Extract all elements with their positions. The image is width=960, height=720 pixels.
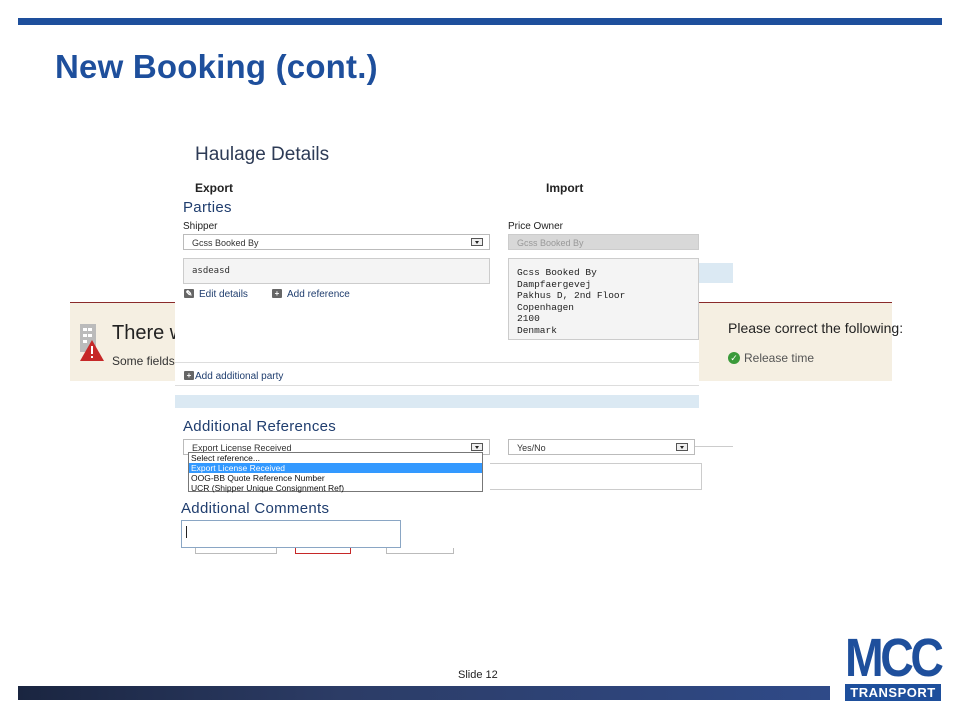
slide-title: New Booking (cont.) xyxy=(55,48,378,85)
dropdown-arrow-icon xyxy=(471,238,483,246)
text-caret xyxy=(186,526,187,538)
address-line: Gcss Booked By xyxy=(517,267,597,278)
correction-item[interactable]: Release time xyxy=(744,351,814,365)
shipper-select[interactable]: Gcss Booked By xyxy=(183,234,490,250)
section-stripe xyxy=(175,395,699,408)
add-party-link[interactable]: Add additional party xyxy=(195,371,283,382)
shipper-textarea-value: asdeasd xyxy=(192,266,230,276)
dropdown-option[interactable]: UCR (Shipper Unique Consignment Ref) xyxy=(189,483,482,493)
parties-title: Parties xyxy=(183,199,232,216)
address-line: Denmark xyxy=(517,324,557,336)
address-line: 2100 xyxy=(517,313,540,324)
shipper-textarea[interactable]: asdeasd xyxy=(183,258,490,284)
shipper-select-value: Gcss Booked By xyxy=(192,238,259,248)
error-subtitle: Some fields a xyxy=(112,354,185,368)
address-line: Copenhagen xyxy=(517,301,575,313)
price-owner-label: Price Owner xyxy=(508,221,564,232)
plus-icon: + xyxy=(184,371,194,380)
back-button[interactable] xyxy=(195,548,277,554)
price-owner-select: Gcss Booked By xyxy=(508,234,699,250)
logo-transport: TRANSPORT xyxy=(845,684,941,701)
footer-bar xyxy=(18,686,830,700)
error-title: There w xyxy=(112,322,185,344)
edit-icon: ✎ xyxy=(184,289,194,298)
plus-icon: + xyxy=(272,289,282,298)
side-stripe xyxy=(699,263,733,283)
dropdown-option[interactable]: Select reference... xyxy=(189,453,482,463)
top-rule xyxy=(18,18,942,25)
dropdown-option-selected[interactable]: Export License Received xyxy=(189,463,482,473)
divider xyxy=(175,362,699,363)
slide-number: Slide 12 xyxy=(458,669,498,681)
shipper-label: Shipper xyxy=(183,221,218,232)
next-button[interactable] xyxy=(386,548,454,554)
logo-mcc: MCC xyxy=(845,628,944,688)
comments-input[interactable] xyxy=(181,520,401,548)
add-reference-link[interactable]: Add reference xyxy=(287,289,350,300)
cancel-button[interactable] xyxy=(295,548,351,554)
comments-title: Additional Comments xyxy=(181,500,330,517)
address-line: Dampfaergevej xyxy=(517,278,592,290)
reference-dropdown-list[interactable]: Select reference... Export License Recei… xyxy=(188,452,483,493)
dropdown-arrow-icon xyxy=(676,443,688,451)
check-icon: ✓ xyxy=(728,352,740,364)
dropdown-arrow-icon xyxy=(471,443,483,451)
warning-icon xyxy=(78,322,106,362)
yes-no-select-value: Yes/No xyxy=(517,443,546,453)
reference-row-box xyxy=(490,463,702,490)
divider xyxy=(175,385,699,386)
haulage-title: Haulage Details xyxy=(195,144,330,165)
export-label: Export xyxy=(195,181,234,195)
divider xyxy=(695,446,733,447)
correction-title: Please correct the following: xyxy=(728,320,904,336)
references-title: Additional References xyxy=(183,418,337,435)
price-owner-address: Gcss Booked By Dampfaergevej Pakhus D, 2… xyxy=(508,258,699,340)
import-label: Import xyxy=(546,181,584,195)
edit-details-link[interactable]: Edit details xyxy=(199,289,248,300)
yes-no-select[interactable]: Yes/No xyxy=(508,439,695,455)
price-owner-select-value: Gcss Booked By xyxy=(517,238,584,248)
address-line: Pakhus D, 2nd Floor xyxy=(517,290,626,301)
dropdown-option[interactable]: OOG-BB Quote Reference Number xyxy=(189,473,482,483)
